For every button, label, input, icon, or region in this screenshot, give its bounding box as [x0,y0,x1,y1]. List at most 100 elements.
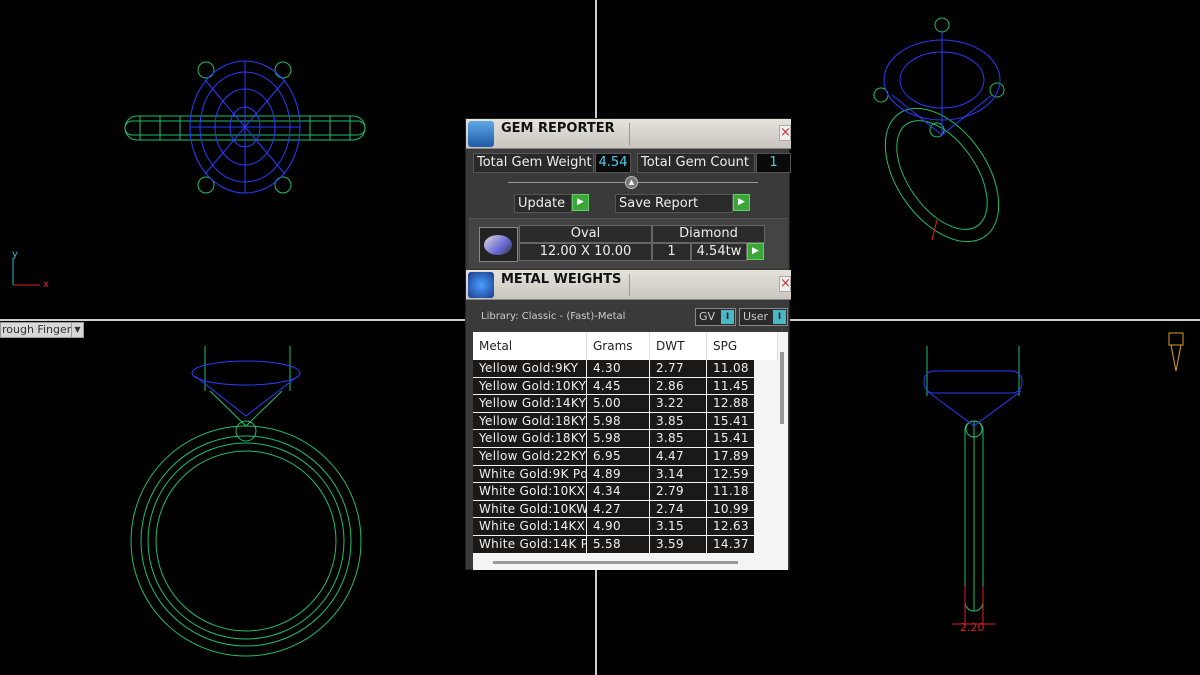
table-row[interactable]: Yellow Gold:22KY 6.95 4.47 17.89 [473,448,778,466]
user-toggle[interactable]: User I [739,308,788,326]
spg-cell: 11.08 [707,360,754,377]
gem-row: Oval Diamond 12.00 X 10.00 1 4.54tw ▶ [469,218,788,268]
gem-reporter-panel: GEM REPORTER × Total Gem Weight 4.54 Tot… [465,118,791,570]
gem-go-icon[interactable]: ▶ [747,243,764,260]
dwt-cell: 2.74 [650,500,706,518]
column-header-metal[interactable]: Metal [473,332,587,360]
grams-cell: 4.34 [587,483,649,500]
gem-type: Diamond [652,225,765,243]
pen-tool-icon [1168,332,1184,372]
spg-cell: 10.99 [707,500,754,518]
total-gem-count-value: 1 [756,153,791,173]
table-row[interactable]: Yellow Gold:9KY 4.30 2.77 11.08 [473,360,778,378]
grams-cell: 5.00 [587,395,649,412]
metal-name-cell: Yellow Gold:10KY [473,377,586,395]
close-icon[interactable]: × [779,276,791,292]
dimension-label: 2.20 [960,621,985,634]
dwt-cell: 3.14 [650,465,706,483]
grams-cell: 4.27 [587,500,649,518]
horizontal-scrollbar[interactable] [493,561,738,564]
metal-name-cell: Yellow Gold:18KY R... [473,430,586,447]
gv-label: GV [699,310,716,323]
grams-cell: 5.58 [587,536,649,553]
gem-report-icon [468,121,494,147]
metal-name-cell: White Gold:14KX1 [473,518,586,535]
view-selector-dropdown[interactable]: rough Finger ▼ [0,322,84,338]
grams-cell: 4.30 [587,360,649,377]
table-row[interactable]: Yellow Gold:14KY 5.00 3.22 12.88 [473,395,778,413]
dwt-cell: 4.47 [650,448,706,465]
table-row[interactable]: Yellow Gold:18KY R...5.983.8515.41 [473,430,778,448]
metal-name-cell: White Gold:10KX1 [473,483,586,500]
spg-cell: 12.63 [707,518,754,535]
close-icon[interactable]: × [779,125,791,141]
table-row[interactable]: White Gold:9K PdW4.893.1412.59 [473,465,778,484]
toggle-indicator: I [721,310,734,324]
gem-reporter-header[interactable]: GEM REPORTER × [466,119,791,149]
table-row[interactable]: White Gold:10KW 4.27 2.74 10.99 [473,500,778,519]
gem-size: 12.00 X 10.00 [519,243,652,261]
header-separator [629,274,630,296]
metal-name-cell: White Gold:9K PdW [473,465,586,483]
gv-toggle[interactable]: GV I [695,308,736,326]
collapse-handle[interactable]: ▲ [625,176,638,189]
axis-x-label: x [43,279,49,290]
metal-name-cell: White Gold:14K PdW [473,536,586,553]
column-header-spg[interactable]: SPG [707,332,778,360]
gem-weight: 4.54tw [691,243,747,261]
spg-cell: 14.37 [707,536,754,553]
spg-cell: 12.59 [707,465,754,483]
dwt-cell: 3.15 [650,518,706,535]
dwt-cell: 2.77 [650,360,706,377]
table-row[interactable]: Yellow Gold:18KY 5.98 3.85 15.41 [473,412,778,431]
dwt-cell: 3.59 [650,536,706,553]
total-gem-count-label: Total Gem Count [637,153,755,173]
grams-cell: 4.90 [587,518,649,535]
gem-count: 1 [652,243,691,261]
update-go-icon[interactable]: ▶ [572,194,589,211]
view-selector-value: rough Finger [2,323,72,336]
spg-cell: 17.89 [707,448,754,465]
table-row[interactable]: White Gold:14KX1 4.90 3.15 12.63 [473,518,778,536]
grams-cell: 6.95 [587,448,649,465]
metal-name-cell: Yellow Gold:22KY [473,448,586,465]
metal-weights-title: METAL WEIGHTS [501,272,622,287]
metal-weights-header[interactable]: METAL WEIGHTS × [466,270,791,300]
column-header-dwt[interactable]: DWT [650,332,707,360]
dwt-cell: 3.85 [650,412,706,430]
metal-name-cell: Yellow Gold:18KY [473,412,586,430]
vertical-scrollbar[interactable] [780,352,784,424]
axis-y-label: y [12,249,18,260]
grams-cell: 5.98 [587,430,649,447]
grams-cell: 5.98 [587,412,649,430]
spg-cell: 15.41 [707,430,754,447]
table-row[interactable]: White Gold:10KX1 4.34 2.79 11.18 [473,483,778,501]
table-row[interactable]: White Gold:14K PdW5.583.5914.37 [473,536,778,554]
metal-name-cell: White Gold:10KW [473,500,586,518]
spg-cell: 11.18 [707,483,754,500]
spg-cell: 12.88 [707,395,754,412]
oval-gem-icon [479,227,518,262]
dwt-cell: 2.86 [650,377,706,395]
toggle-indicator: I [773,310,786,324]
total-gem-weight-value: 4.54 [595,153,631,173]
header-separator [629,123,630,145]
metal-weights-table: Metal Grams DWT SPG Yellow Gold:9KY 4.30 2… [473,332,788,570]
spg-cell: 15.41 [707,412,754,430]
table-row[interactable]: Yellow Gold:10KY 4.45 2.86 11.45 [473,377,778,396]
metal-name-cell: Yellow Gold:14KY [473,395,586,412]
update-button[interactable]: Update [514,194,572,213]
user-label: User [743,310,769,323]
grams-cell: 4.89 [587,465,649,483]
dwt-cell: 3.85 [650,430,706,447]
metal-name-cell: Yellow Gold:9KY [473,360,586,377]
chevron-down-icon: ▼ [71,323,83,337]
spg-cell: 11.45 [707,377,754,395]
save-report-go-icon[interactable]: ▶ [733,194,750,211]
save-report-button[interactable]: Save Report [615,194,733,213]
column-header-grams[interactable]: Grams [587,332,650,360]
gem-shape: Oval [519,225,652,243]
scale-icon [468,272,494,298]
gem-reporter-title: GEM REPORTER [501,121,615,136]
total-gem-weight-label: Total Gem Weight [473,153,594,173]
